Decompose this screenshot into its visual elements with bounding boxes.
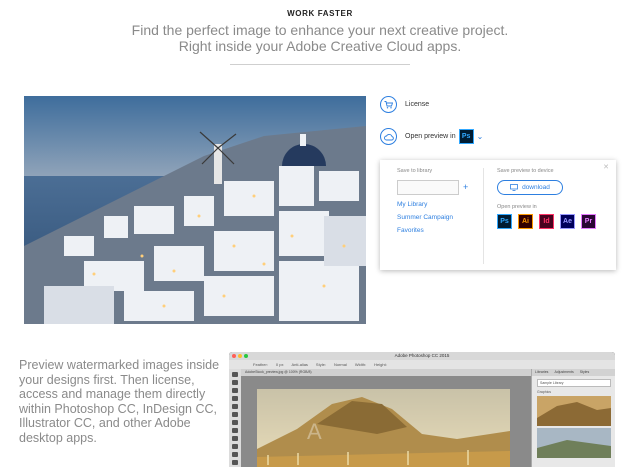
library-link-favorites[interactable]: Favorites [397, 227, 459, 234]
headline-line-2: Right inside your Adobe Creative Cloud a… [178, 38, 462, 54]
ps-option: 0 px [275, 362, 284, 367]
headline-line-1: Find the perfect image to enhance your n… [131, 22, 509, 38]
save-to-library-label: Save to library [397, 168, 433, 174]
ps-library-select[interactable]: Sample Library [537, 379, 611, 387]
library-link-my-library[interactable]: My Library [397, 201, 459, 208]
save-to-library-section: Save to library + My Library Summer Camp… [397, 168, 468, 234]
download-label[interactable]: download [522, 184, 550, 191]
headline: Find the perfect image to enhance your n… [0, 22, 640, 54]
premiere-icon[interactable]: Pr [581, 214, 596, 229]
ps-option: Style: [315, 362, 326, 367]
monitor-icon [510, 184, 518, 191]
stock-photo-santorini [24, 96, 366, 324]
cloud-icon[interactable] [380, 128, 397, 145]
photoshop-app-icon[interactable]: Ps [458, 129, 474, 144]
indesign-icon[interactable]: Id [539, 214, 554, 229]
library-link-summer-campaign[interactable]: Summer Campaign [397, 214, 459, 221]
ps-window-title: Adobe Photoshop CC 2015 [394, 353, 450, 358]
photoshop-icon[interactable]: Ps [497, 214, 512, 229]
window-controls [232, 354, 250, 358]
after-effects-icon[interactable]: Ae [560, 214, 575, 229]
save-preview-section: Save preview to device download Open pre… [497, 168, 602, 229]
ps-canvas: A [241, 376, 531, 467]
ps-panel-tabs: Libraries Adjustments Styles [532, 369, 615, 376]
library-name-input[interactable] [397, 180, 459, 195]
license-label[interactable]: License [405, 101, 429, 108]
ps-library-section: Graphics [537, 390, 552, 394]
ps-canvas-image: A [257, 389, 510, 467]
divider-rule [230, 64, 410, 65]
panel-divider [483, 168, 484, 264]
license-action[interactable]: License [380, 96, 429, 113]
illustrator-icon[interactable]: Ai [518, 214, 533, 229]
ps-option: Feather: [253, 362, 268, 367]
library-thumbnail[interactable] [537, 396, 611, 426]
download-button[interactable]: download [497, 180, 563, 195]
ps-libraries-panel: Libraries Adjustments Styles Sample Libr… [531, 369, 615, 467]
ps-option: Anti-alias [291, 362, 308, 367]
ps-toolbar [229, 369, 241, 467]
ps-option: Normal [333, 362, 347, 367]
library-thumbnail[interactable] [537, 428, 611, 458]
photoshop-window-screenshot: Adobe Photoshop CC 2015 Feather: 0 px An… [229, 352, 615, 467]
close-icon[interactable]: ✕ [603, 163, 609, 171]
ps-title-bar: Adobe Photoshop CC 2015 [229, 352, 615, 360]
preview-dropdown-panel: ✕ Save to library + My Library Summer Ca… [380, 160, 616, 270]
app-list: Ps Ai Id Ae Pr [497, 214, 602, 229]
ps-document-tab: AdobeStock_preview.jpg @ 100% (RGB/8) [241, 369, 531, 376]
cart-icon[interactable] [380, 96, 397, 113]
ps-option: Width: [354, 362, 367, 367]
open-preview-action[interactable]: Open preview in Ps ⌄ [380, 128, 483, 145]
ps-option: Height: [374, 362, 387, 367]
add-library-plus-icon[interactable]: + [463, 182, 468, 192]
chevron-down-icon[interactable]: ⌄ [477, 132, 484, 141]
ps-tab-adjustments[interactable]: Adjustments [554, 369, 573, 376]
eyebrow-heading: WORK FASTER [287, 9, 353, 18]
watermark-logo: A [307, 419, 322, 444]
ps-tab-styles[interactable]: Styles [580, 369, 590, 376]
description-paragraph: Preview watermarked images inside your d… [19, 358, 220, 445]
open-preview-in-label: Open preview in [497, 204, 537, 210]
open-preview-label[interactable]: Open preview in [405, 133, 456, 140]
ps-tab-libraries[interactable]: Libraries [535, 369, 548, 376]
save-preview-label: Save preview to device [497, 168, 554, 174]
